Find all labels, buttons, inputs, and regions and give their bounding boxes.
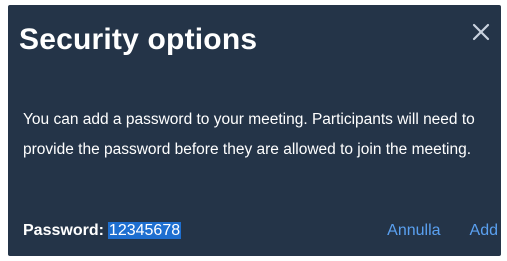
close-button[interactable] — [470, 21, 492, 43]
add-button[interactable]: Add — [470, 222, 498, 239]
dialog-message: You can add a password to your meeting. … — [23, 111, 475, 158]
password-row: Password: 12345678 — [23, 222, 182, 240]
dialog-title: Security options — [19, 23, 258, 56]
security-options-dialog: Security options You can add a password … — [8, 5, 501, 256]
cancel-button[interactable]: Annulla — [387, 222, 440, 239]
password-input[interactable]: 12345678 — [107, 222, 182, 239]
dialog-actions: Annulla Add — [358, 222, 498, 240]
close-icon — [472, 23, 490, 41]
password-label: Password: — [23, 222, 104, 239]
